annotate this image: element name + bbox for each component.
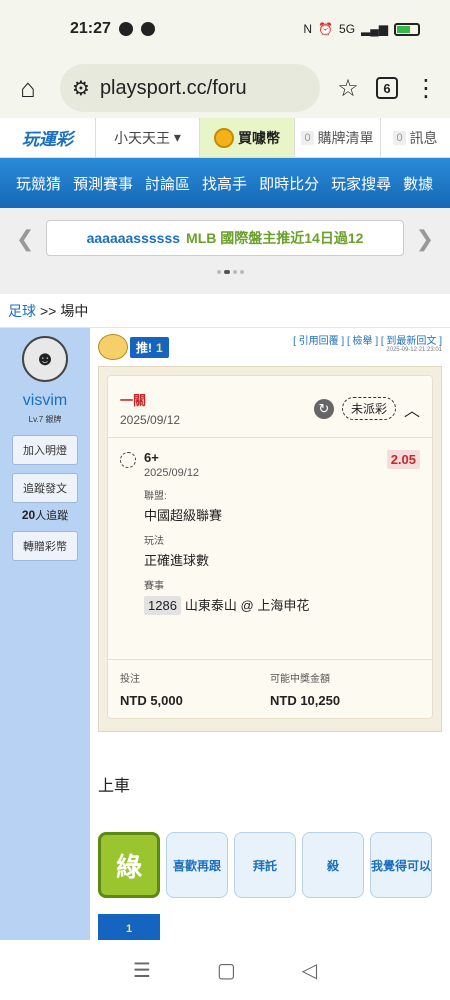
recent-apps-icon[interactable]: ☰ xyxy=(133,958,151,983)
carousel-dots xyxy=(217,270,244,274)
follow-button[interactable]: 追蹤發文 xyxy=(12,473,78,503)
ticker-text: MLB 國際盤主推近14日過12 xyxy=(186,230,364,246)
league-value: 中國超級聯賽 xyxy=(144,508,223,523)
match-id: 1286 xyxy=(144,596,181,615)
nav-item-player-search[interactable]: 玩家搜尋 xyxy=(329,173,393,194)
status-badge: 未派彩 xyxy=(341,397,396,420)
url-text: playsport.cc/foru xyxy=(99,76,247,99)
messages-label: 訊息 xyxy=(409,129,438,146)
buy-coins-button[interactable]: 買噱幣 xyxy=(200,118,294,157)
bookmark-star-icon[interactable]: ☆ xyxy=(334,74,362,103)
stake-label: 投注 xyxy=(120,674,140,685)
author-level: Lv.7 銀牌 xyxy=(28,415,62,424)
alarm-icon: ⏰ xyxy=(318,22,334,36)
signal-icon: ▂▄▆ xyxy=(361,22,388,36)
messages-link[interactable]: 0 訊息 xyxy=(380,118,450,157)
browser-toolbar: ⌂ ⚙ playsport.cc/foru ☆ 6 ⋮ xyxy=(0,58,450,118)
buy-coins-label: 買噱幣 xyxy=(238,129,280,146)
avatar[interactable]: ☻ xyxy=(22,336,68,382)
pick-date: 2025/09/12 xyxy=(144,467,200,479)
win-value: NTD 10,250 xyxy=(270,693,341,708)
push-mascot-icon xyxy=(98,334,128,360)
breadcrumb-current: 場中 xyxy=(60,302,89,319)
main-nav: 玩競猜 預測賽事 討論區 找高手 即時比分 玩家搜尋 數據 xyxy=(0,158,450,208)
play-label: 玩法 xyxy=(144,536,164,547)
post-timestamp: 2025-09-12 21:23:01 xyxy=(386,347,442,353)
match-value: 山東泰山 @ 上海申花 xyxy=(184,598,310,613)
site-header: 玩運彩 小天天王 ▾ 買噱幣 0 購牌清單 0 訊息 xyxy=(0,118,450,158)
ticker-user: aaaaaassssss xyxy=(86,230,181,246)
breadcrumb-root[interactable]: 足球 xyxy=(8,301,36,321)
ticker-banner[interactable]: aaaaaassssss MLB 國際盤主推近14日過12 xyxy=(46,220,404,256)
chevron-right-icon[interactable]: ❯ xyxy=(416,226,434,252)
gift-coins-button[interactable]: 轉贈彩幣 xyxy=(12,531,78,561)
messages-count: 0 xyxy=(393,130,406,145)
nfc-icon: N xyxy=(303,22,313,36)
nav-item-forum[interactable]: 討論區 xyxy=(143,173,192,194)
address-bar[interactable]: ⚙ playsport.cc/foru xyxy=(60,64,320,112)
play-value: 正確進球數 xyxy=(144,553,210,568)
win-label: 可能中獎金額 xyxy=(270,674,330,685)
nav-item-guess[interactable]: 玩競猜 xyxy=(14,173,63,194)
bet-card: 一關 2025/09/12 ↻ 未派彩 ︿ 2.05 6+ 2025/09/12 xyxy=(98,366,442,732)
breadcrumb-separator: >> xyxy=(40,302,57,319)
sticker-row: 綠 喜歡再跟 拜託 殺 我覺得可以 xyxy=(98,832,442,898)
pick-value: 6+ xyxy=(144,450,159,465)
status-bar: 21:27 N ⏰ 5G ▂▄▆ xyxy=(0,0,450,58)
android-nav-bar: ☰ ▢ ◁ xyxy=(0,940,450,1000)
ticker-area: ❮ aaaaaassssss MLB 國際盤主推近14日過12 ❯ xyxy=(0,208,450,294)
league-label: 聯盟: xyxy=(144,491,167,502)
tab-switcher-button[interactable]: 6 xyxy=(376,77,398,99)
cart-label: 購牌清單 xyxy=(317,129,374,146)
user-menu-dropdown[interactable]: 小天天王 ▾ xyxy=(96,118,200,157)
breadcrumb: 足球 >> 場中 xyxy=(0,294,450,328)
reply-text: 上車 xyxy=(98,778,131,795)
push-widget[interactable]: 推! 1 xyxy=(98,334,169,360)
bet-date: 2025/09/12 xyxy=(120,413,181,427)
messenger-icon xyxy=(140,22,155,36)
chevron-down-icon: ▾ xyxy=(170,129,181,145)
stake-value: NTD 5,000 xyxy=(120,693,183,708)
push-badge[interactable]: 推! 1 xyxy=(130,336,169,358)
pick-radio xyxy=(120,452,136,468)
sticker-kill: 殺 xyxy=(302,832,364,898)
battery-icon xyxy=(394,22,420,36)
nav-item-predict[interactable]: 預測賽事 xyxy=(71,173,135,194)
sticker-green: 綠 xyxy=(98,832,160,898)
bet-type: 一關 xyxy=(120,393,147,408)
coin-icon xyxy=(214,127,234,148)
clock: 21:27 xyxy=(70,20,111,37)
post-header: 推! 1 [ 引用回覆 ] [ 檢舉 ] [ 到最新回文 ] 2025-09-12… xyxy=(98,328,442,362)
site-logo[interactable]: 玩運彩 xyxy=(0,118,96,157)
post-body: 推! 1 [ 引用回覆 ] [ 檢舉 ] [ 到最新回文 ] 2025-09-12… xyxy=(90,328,450,968)
chevron-up-icon[interactable]: ︿ xyxy=(404,397,420,421)
refresh-icon[interactable]: ↻ xyxy=(313,398,334,419)
sticker-please: 拜託 xyxy=(234,832,296,898)
browser-menu-icon[interactable]: ⋮ xyxy=(412,74,440,103)
line-icon xyxy=(118,22,133,36)
cart-count: 0 xyxy=(301,130,314,145)
nav-item-livescore[interactable]: 即時比分 xyxy=(257,173,321,194)
home-icon[interactable]: ⌂ xyxy=(10,73,46,104)
nav-item-stats[interactable]: 數據 xyxy=(401,173,435,194)
add-light-button[interactable]: 加入明燈 xyxy=(12,435,78,465)
cart-link[interactable]: 0 購牌清單 xyxy=(294,118,380,157)
chevron-left-icon[interactable]: ❮ xyxy=(16,226,34,252)
nav-item-experts[interactable]: 找高手 xyxy=(200,173,249,194)
home-button-icon[interactable]: ▢ xyxy=(217,958,236,983)
user-menu-label: 小天天王 xyxy=(114,129,171,146)
match-label: 賽事 xyxy=(144,581,164,592)
sticker-i-think-ok: 我覺得可以 xyxy=(370,832,432,898)
post-links[interactable]: [ 引用回覆 ] [ 檢舉 ] [ 到最新回文 ] 2025-09-12 21:… xyxy=(293,332,442,353)
back-icon[interactable]: ◁ xyxy=(302,958,317,983)
network-label: 5G xyxy=(339,22,356,36)
site-settings-icon[interactable]: ⚙ xyxy=(72,76,90,101)
author-sidebar: ☻ visvim Lv.7 銀牌 加入明燈 追蹤發文 20人追蹤 轉贈彩幣 xyxy=(0,328,90,944)
author-name[interactable]: visvim xyxy=(23,392,67,410)
content-area: ☻ visvim Lv.7 銀牌 加入明燈 追蹤發文 20人追蹤 轉贈彩幣 推!… xyxy=(0,328,450,968)
followers-count: 20人追蹤 xyxy=(21,508,69,522)
sticker-like-follow: 喜歡再跟 xyxy=(166,832,228,898)
odds-badge: 2.05 xyxy=(386,450,420,469)
